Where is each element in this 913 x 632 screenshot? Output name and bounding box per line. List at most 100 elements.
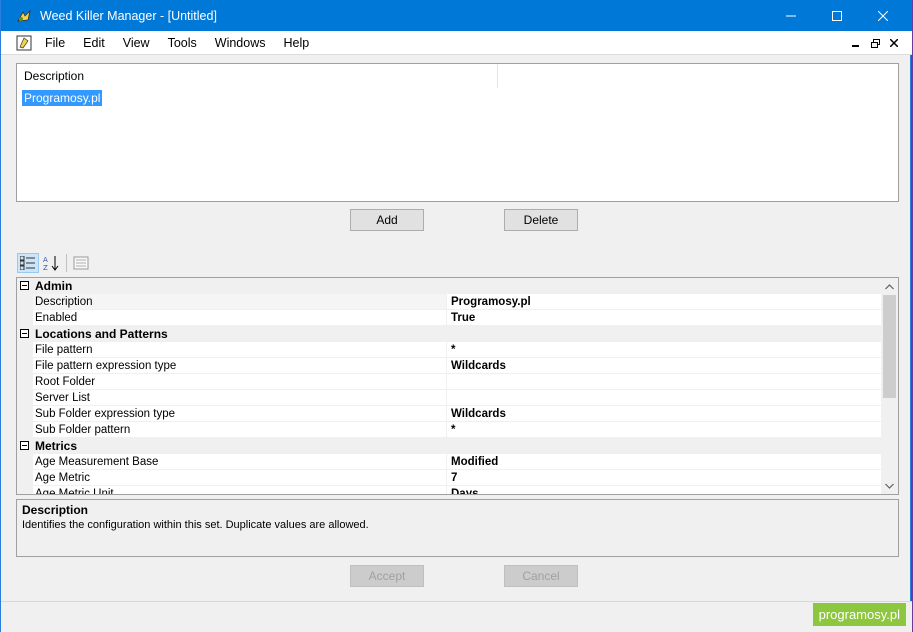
mdi-close-button[interactable]	[885, 31, 903, 55]
property-row-age-metric-unit[interactable]: Age Metric Unit Days	[17, 486, 898, 494]
property-value[interactable]: Wildcards	[447, 358, 898, 374]
column-header-description[interactable]: Description	[17, 64, 498, 88]
restore-icon	[870, 38, 880, 48]
cancel-button[interactable]: Cancel	[504, 565, 578, 587]
property-row-file-pattern[interactable]: File pattern *	[17, 342, 898, 358]
menu-tools[interactable]: Tools	[159, 31, 206, 55]
property-name: Root Folder	[33, 374, 447, 390]
property-name: File pattern	[33, 342, 447, 358]
property-name: Age Metric	[33, 470, 447, 486]
row-margin	[17, 326, 33, 342]
property-row-sub-folder-pattern[interactable]: Sub Folder pattern *	[17, 422, 898, 438]
property-name: Age Metric Unit	[33, 486, 447, 494]
row-margin	[17, 374, 33, 390]
category-label: Metrics	[35, 439, 78, 453]
property-value[interactable]: Days	[447, 486, 898, 494]
svg-text:Z: Z	[43, 264, 48, 271]
svg-text:A: A	[43, 256, 48, 264]
row-margin	[17, 438, 33, 454]
menu-windows[interactable]: Windows	[206, 31, 275, 55]
row-margin	[17, 294, 33, 310]
minimize-button[interactable]	[768, 0, 814, 31]
property-value[interactable]	[447, 390, 898, 406]
category-label: Locations and Patterns	[35, 327, 168, 341]
property-value[interactable]: Wildcards	[447, 406, 898, 422]
add-button[interactable]: Add	[350, 209, 424, 231]
property-row-age-metric[interactable]: Age Metric 7	[17, 470, 898, 486]
property-grid-rows: Admin Description Programosy.pl Enabled …	[17, 278, 898, 494]
close-button[interactable]	[860, 0, 906, 31]
vertical-scrollbar[interactable]	[881, 278, 898, 494]
window-title: Weed Killer Manager - [Untitled]	[40, 8, 217, 23]
mdi-minimize-button[interactable]	[847, 31, 865, 55]
toolbar-separator	[66, 254, 67, 272]
property-value[interactable]: 7	[447, 470, 898, 486]
menu-edit[interactable]: Edit	[74, 31, 114, 55]
property-value[interactable]: Modified	[447, 454, 898, 470]
scroll-up-icon[interactable]	[881, 278, 898, 295]
categorized-view-button[interactable]	[17, 253, 39, 273]
weed-killer-app-icon	[17, 9, 31, 21]
property-value[interactable]: *	[447, 342, 898, 358]
collapse-icon[interactable]	[20, 441, 29, 450]
alphabetical-view-button[interactable]: A Z	[40, 253, 62, 273]
property-grid-toolbar: A Z	[16, 251, 116, 275]
minimize-icon	[852, 45, 859, 47]
menu-help[interactable]: Help	[274, 31, 318, 55]
property-row-file-pattern-expression-type[interactable]: File pattern expression type Wildcards	[17, 358, 898, 374]
row-margin	[17, 470, 33, 486]
configuration-list[interactable]: Description Programosy.pl	[16, 63, 899, 202]
property-value[interactable]	[447, 374, 898, 390]
menu-bar: File Edit View Tools Windows Help	[1, 31, 912, 55]
maximize-button[interactable]	[814, 0, 860, 31]
maximize-icon	[832, 10, 842, 21]
property-grid[interactable]: Admin Description Programosy.pl Enabled …	[16, 277, 899, 495]
row-margin	[17, 486, 33, 494]
property-row-enabled[interactable]: Enabled True	[17, 310, 898, 326]
property-pages-icon	[73, 256, 89, 270]
category-metrics[interactable]: Metrics	[17, 438, 898, 454]
property-name: Enabled	[33, 310, 447, 326]
property-value[interactable]: *	[447, 422, 898, 438]
list-item[interactable]: Programosy.pl	[22, 90, 103, 106]
menu-file[interactable]: File	[36, 31, 74, 55]
collapse-icon[interactable]	[20, 329, 29, 338]
property-description-panel: Description Identifies the configuration…	[16, 499, 899, 557]
description-text: Identifies the configuration within this…	[22, 519, 369, 531]
row-margin	[17, 342, 33, 358]
row-margin	[17, 390, 33, 406]
row-margin	[17, 406, 33, 422]
description-title: Description	[22, 503, 89, 517]
mdi-restore-button[interactable]	[866, 31, 884, 55]
delete-button[interactable]: Delete	[504, 209, 578, 231]
property-row-root-folder[interactable]: Root Folder	[17, 374, 898, 390]
sort-alphabetical-icon: A Z	[43, 256, 59, 271]
property-name: Sub Folder expression type	[33, 406, 447, 422]
scroll-down-icon[interactable]	[881, 477, 898, 494]
title-bar[interactable]: Weed Killer Manager - [Untitled]	[1, 0, 912, 31]
document-icon[interactable]	[16, 35, 32, 51]
scrollbar-thumb[interactable]	[883, 295, 896, 398]
close-icon	[890, 39, 898, 47]
property-value[interactable]: True	[447, 310, 898, 326]
minimize-icon	[786, 15, 796, 16]
property-name: Sub Folder pattern	[33, 422, 447, 438]
category-label: Admin	[35, 279, 73, 293]
property-row-sub-folder-expression-type[interactable]: Sub Folder expression type Wildcards	[17, 406, 898, 422]
collapse-icon[interactable]	[20, 281, 29, 290]
row-margin	[17, 310, 33, 326]
property-name: Age Measurement Base	[33, 454, 447, 470]
categorized-icon	[20, 256, 35, 270]
accept-button[interactable]: Accept	[350, 565, 424, 587]
property-row-description[interactable]: Description Programosy.pl	[17, 294, 898, 310]
row-margin	[17, 454, 33, 470]
menu-view[interactable]: View	[114, 31, 159, 55]
status-bar	[1, 601, 912, 632]
category-admin[interactable]: Admin	[17, 278, 898, 294]
property-name: Description	[33, 294, 447, 310]
property-pages-button[interactable]	[70, 253, 92, 273]
property-row-age-measurement-base[interactable]: Age Measurement Base Modified	[17, 454, 898, 470]
property-row-server-list[interactable]: Server List	[17, 390, 898, 406]
property-value[interactable]: Programosy.pl	[447, 294, 898, 310]
category-locations-and-patterns[interactable]: Locations and Patterns	[17, 326, 898, 342]
